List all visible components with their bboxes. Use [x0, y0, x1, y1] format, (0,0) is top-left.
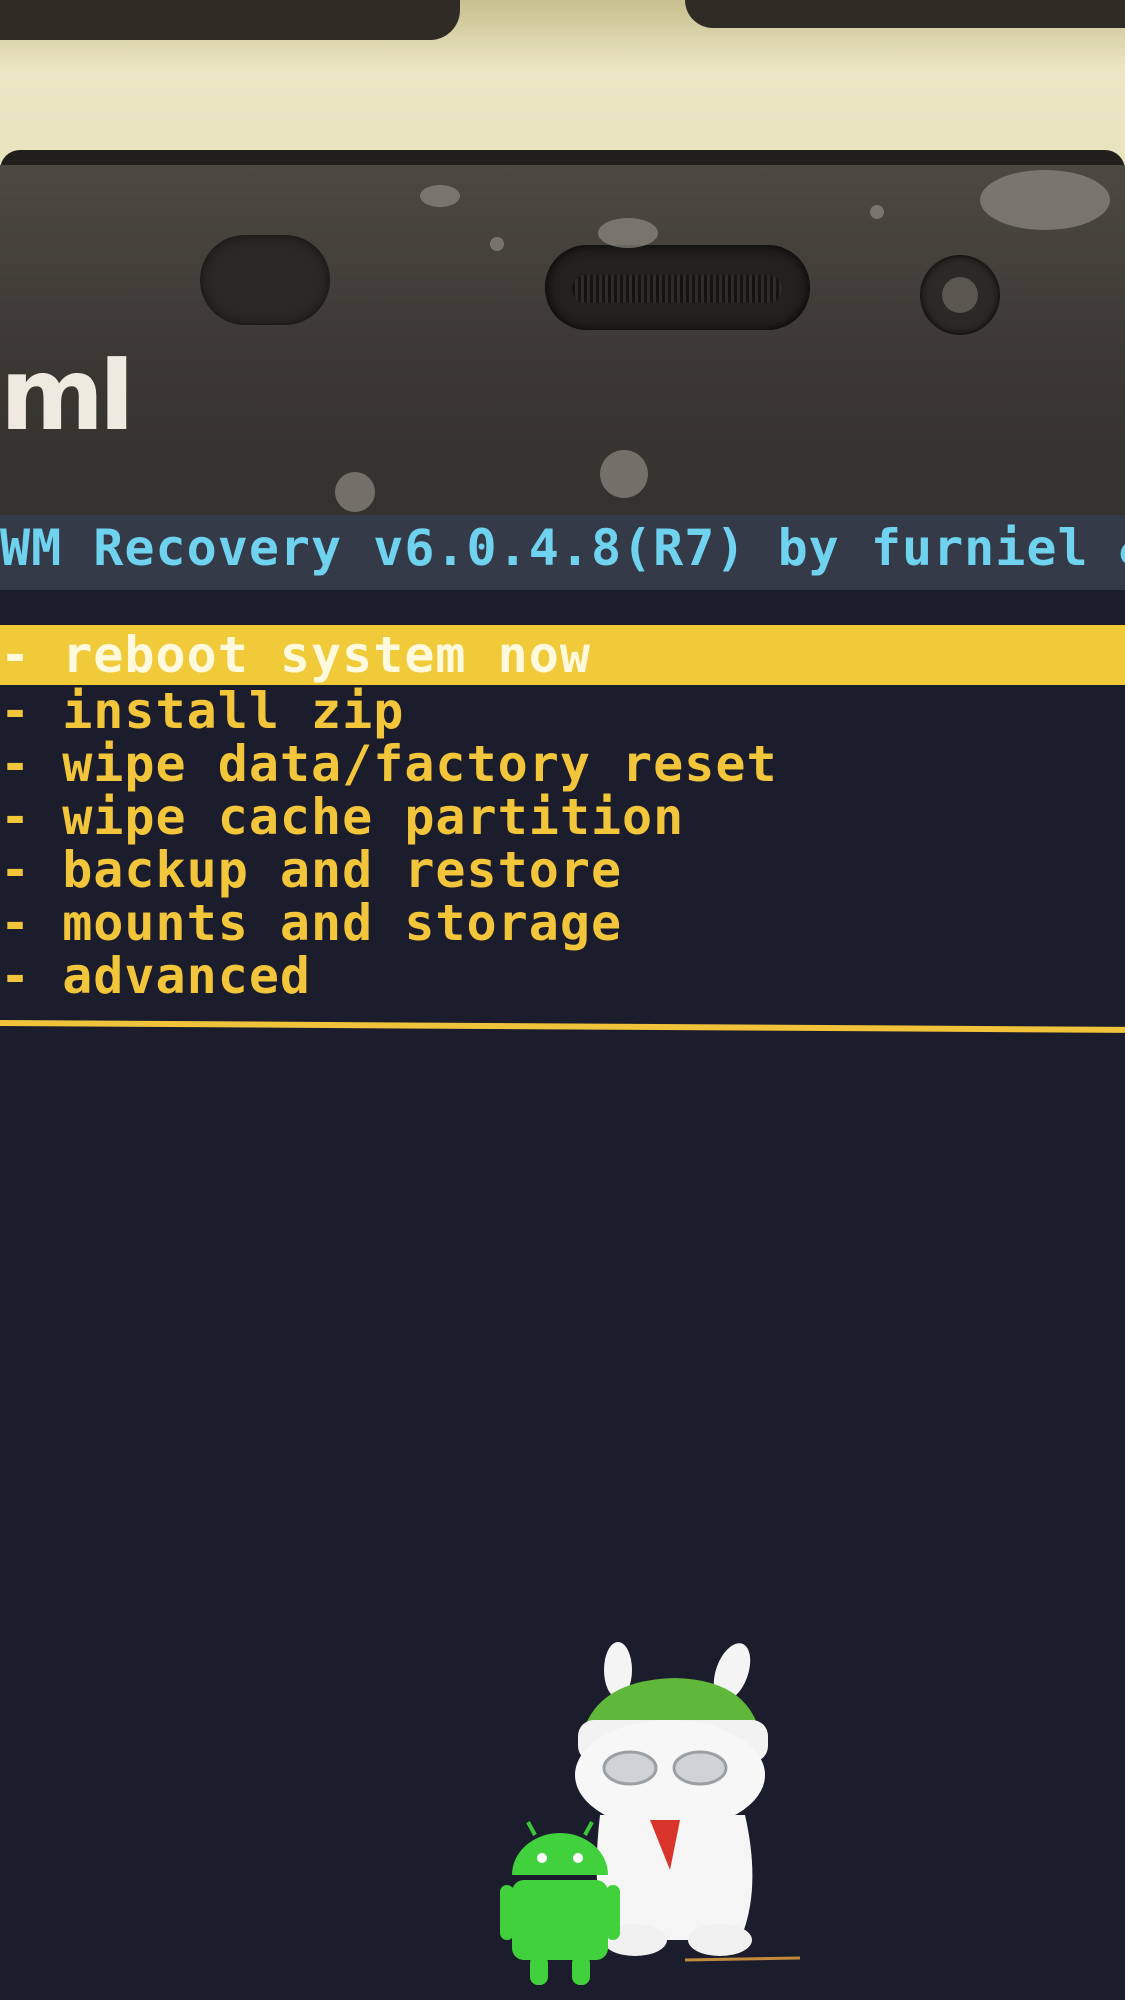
menu-item-label: - reboot system now [0, 626, 591, 684]
dust-spot [420, 185, 460, 207]
menu-item-advanced[interactable]: - advanced [0, 950, 1125, 1003]
menu-item-mounts-storage[interactable]: - mounts and storage [0, 897, 1125, 950]
brand-logo: mI [0, 336, 135, 453]
menu-item-install-zip[interactable]: - install zip [0, 685, 1125, 738]
proximity-sensor [200, 235, 330, 325]
desk-object-right [685, 0, 1125, 28]
front-camera-icon [920, 255, 1000, 335]
desk-object-left [0, 0, 460, 40]
dust-spot [490, 237, 504, 251]
menu-item-reboot-system-now[interactable]: - reboot system now [0, 625, 1125, 685]
menu-item-label: - advanced [0, 947, 312, 1005]
menu-item-label: - install zip [0, 682, 405, 740]
speaker-grill [572, 275, 782, 303]
recovery-title: WM Recovery v6.0.4.8(R7) by furniel & [0, 519, 1125, 577]
menu-item-label: - wipe data/factory reset [0, 735, 778, 793]
menu-item-wipe-data[interactable]: - wipe data/factory reset [0, 738, 1125, 791]
menu-item-label: - mounts and storage [0, 894, 623, 952]
dust-spot [335, 472, 375, 512]
dust-spot [870, 205, 884, 219]
menu-item-backup-restore[interactable]: - backup and restore [0, 844, 1125, 897]
mascot-illustration [500, 1642, 801, 1985]
dust-spot [980, 170, 1110, 230]
menu-item-label: - backup and restore [0, 841, 623, 899]
dust-spot [600, 450, 648, 498]
dust-spot [598, 218, 658, 248]
phone-top-bezel [0, 165, 1125, 515]
recovery-menu: - reboot system now - install zip - wipe… [0, 625, 1125, 1003]
menu-item-label: - wipe cache partition [0, 788, 685, 846]
menu-item-wipe-cache[interactable]: - wipe cache partition [0, 791, 1125, 844]
